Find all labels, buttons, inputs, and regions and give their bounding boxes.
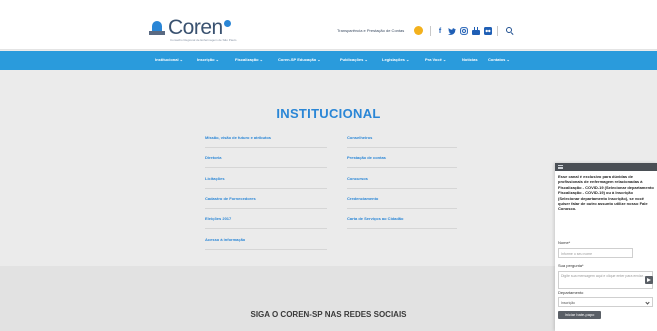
nav-item-pra-voce[interactable]: Pra Você ⌄ — [425, 57, 446, 62]
transparency-badge-icon[interactable] — [414, 26, 423, 35]
menu-icon[interactable] — [558, 165, 563, 169]
logo-subtitle: Conselho Regional de Enfermagem de São P… — [170, 38, 237, 42]
nav-item-publicacoes[interactable]: Publicações ⌄ — [340, 57, 368, 62]
chat-intro-message: Esse canal é exclusivo para dúvidas de p… — [558, 174, 654, 212]
link-conselheiros[interactable]: Conselheiros — [347, 135, 457, 148]
chevron-down-icon — [645, 300, 650, 305]
name-label: Nome* — [558, 240, 571, 245]
send-icon[interactable] — [645, 276, 653, 284]
nav-item-contatos[interactable]: Contatos ⌄ — [488, 57, 510, 62]
youtube-icon[interactable] — [471, 26, 481, 36]
nav-item-noticias[interactable]: Notícias — [462, 57, 478, 62]
name-input[interactable]: Informe o seu nome — [558, 248, 633, 258]
question-input[interactable]: Digite sua mensagem aqui e clique enter … — [558, 271, 653, 289]
page-title: INSTITUCIONAL — [276, 106, 381, 121]
main-nav: Institucional ⌄ Inscrição ⌄ Fiscalização… — [0, 51, 657, 70]
logo-dot-icon — [223, 20, 231, 27]
twitter-icon[interactable] — [447, 26, 457, 36]
link-carta-servicos[interactable]: Carta de Serviços ao Cidadão — [347, 216, 457, 229]
link-missao[interactable]: Missão, visão de futuro e atributos — [205, 135, 327, 148]
link-credenciamento[interactable]: Credenciamento — [347, 196, 457, 209]
instagram-icon[interactable] — [459, 26, 469, 36]
nav-item-institucional[interactable]: Institucional ⌄ — [155, 57, 183, 62]
nav-item-legislacoes[interactable]: Legislações ⌄ — [382, 57, 409, 62]
start-chat-button[interactable]: Iniciar bate-papo — [558, 311, 601, 319]
coren-logo[interactable]: Coren — [149, 17, 231, 38]
nav-item-inscricao[interactable]: Inscrição ⌄ — [197, 57, 219, 62]
link-cadastro-fornecedores[interactable]: Cadastro de Fornecedores — [205, 196, 327, 209]
header-divider — [430, 26, 431, 36]
facebook-icon[interactable]: f — [435, 26, 445, 36]
link-eleicoes-2017[interactable]: Eleições 2017 — [205, 216, 327, 229]
coren-emblem-icon — [149, 20, 165, 35]
nav-item-coren-educacao[interactable]: Coren-SP Educação ⌄ — [278, 57, 321, 62]
link-acesso-informacao[interactable]: Acesso à informação — [205, 237, 327, 250]
page: Coren Conselho Regional de Enfermagem de… — [0, 0, 657, 331]
link-diretoria[interactable]: Diretoria — [205, 155, 327, 168]
department-label: Departamento — [558, 290, 584, 295]
flickr-icon[interactable] — [483, 26, 493, 36]
chat-header[interactable] — [555, 163, 657, 171]
question-label: Sua pergunta* — [558, 263, 584, 268]
transparency-link[interactable]: Transparência e Prestação de Contas — [337, 28, 404, 33]
header-divider — [497, 26, 498, 36]
nav-item-fiscalizacao[interactable]: Fiscalização ⌄ — [235, 57, 263, 62]
link-prestacao-contas[interactable]: Prestação de contas — [347, 155, 457, 168]
search-icon[interactable] — [505, 26, 515, 36]
site-header: Coren Conselho Regional de Enfermagem de… — [0, 0, 657, 50]
logo-text: Coren — [168, 16, 223, 39]
link-concursos[interactable]: Concursos — [347, 176, 457, 189]
department-value: Inscrição — [561, 301, 576, 305]
link-licitacoes[interactable]: Licitações — [205, 176, 327, 189]
department-select[interactable]: Inscrição — [558, 297, 653, 307]
chat-widget: Esse canal é exclusivo para dúvidas de p… — [555, 163, 657, 331]
